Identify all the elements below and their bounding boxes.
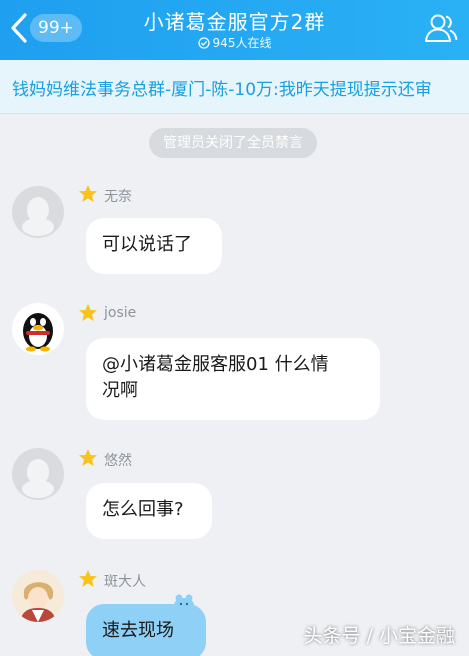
bubble-decoration-icon [174,594,194,612]
avatar-default[interactable] [12,186,64,238]
group-members-icon[interactable] [423,10,459,46]
online-count: 945人在线 [212,36,272,50]
member-level-star-icon [79,185,97,202]
scrolling-notice-bar[interactable]: 钱妈妈维法事务总群-厦门-陈-10万:我昨天提现提示还审 [0,60,469,114]
sender-name: josie [104,305,137,321]
chat-header: 99+ 小诸葛金服官方2群 945人在线 [0,0,469,60]
message-line: @小诸葛金服客服01 什么情 [102,354,329,375]
online-check-icon [197,37,210,49]
group-title: 小诸葛金服官方2群 [143,10,326,34]
system-notice: 管理员关闭了全员禁言 [149,128,317,158]
online-status: 945人在线 [0,34,469,51]
member-level-star-icon [79,304,97,321]
sender-name: 无奈 [104,189,132,205]
message-bubble[interactable]: 可以说话了 [86,218,222,274]
message-bubble[interactable]: 怎么回事? [86,483,212,539]
member-level-star-icon [79,570,97,587]
anime-character-avatar-icon [12,570,64,622]
avatar-qq-penguin[interactable] [12,303,64,355]
default-avatar-icon [22,197,54,236]
sender-name: 斑大人 [104,574,146,590]
default-avatar-icon [22,459,54,498]
avatar-anime[interactable] [12,570,64,622]
message-bubble[interactable]: @小诸葛金服客服01 什么情 况啊 [86,338,380,420]
watermark: 头条号 / 小宝金融 [303,625,455,647]
message-line: 况啊 [102,380,138,401]
avatar-default[interactable] [12,448,64,500]
scrolling-notice-text: 钱妈妈维法事务总群-厦门-陈-10万:我昨天提现提示还审 [12,80,432,100]
qq-penguin-avatar-icon [23,313,53,352]
member-level-star-icon [79,449,97,466]
sender-name: 悠然 [104,453,132,469]
